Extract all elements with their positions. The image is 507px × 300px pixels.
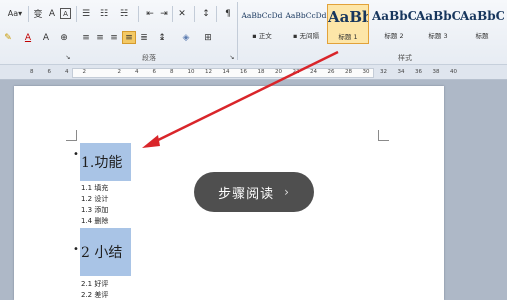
chevron-right-icon: › <box>284 185 290 199</box>
step-reading-label: 步骤阅读 <box>218 186 275 202</box>
annotation-arrow <box>142 50 339 148</box>
arrow-head <box>142 135 160 148</box>
arrow-shaft <box>149 50 339 146</box>
step-reading-button[interactable]: 步骤阅读 › <box>194 172 314 212</box>
